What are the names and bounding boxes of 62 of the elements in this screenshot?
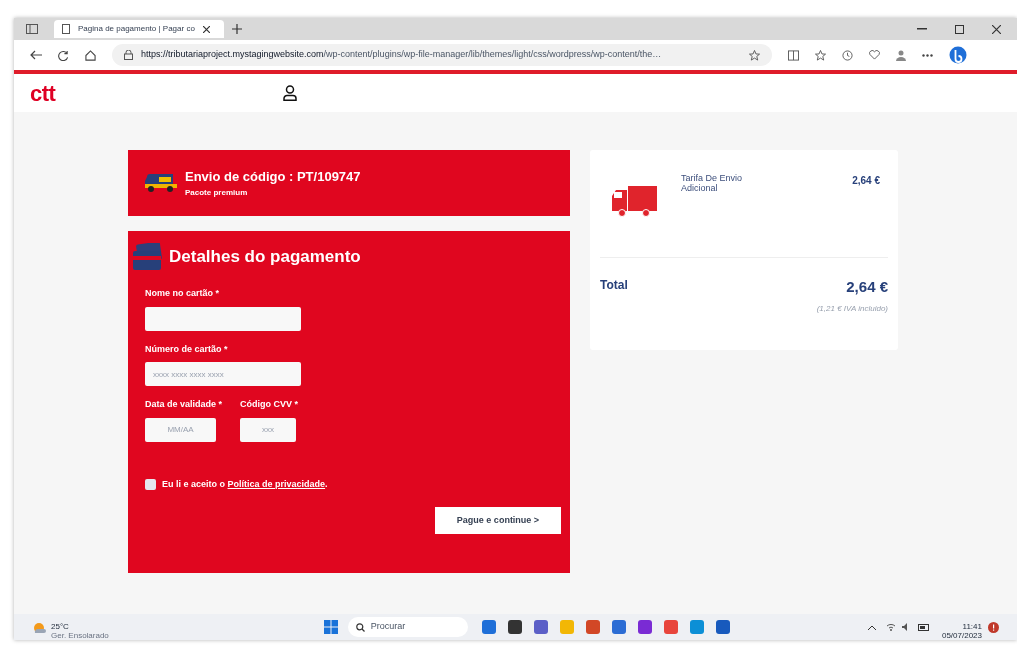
input-field[interactable]: xxx [240, 417, 297, 442]
profile-icon[interactable] [896, 49, 906, 61]
refresh-icon[interactable] [58, 49, 69, 61]
favorites-icon[interactable] [815, 49, 826, 61]
close-window-icon[interactable] [992, 24, 1001, 34]
back-icon[interactable] [30, 50, 42, 60]
input-field[interactable]: xxxx xxxx xxxx xxxx [145, 362, 301, 386]
payment-title: Detalhes do pagamento [169, 246, 361, 269]
history-icon[interactable] [842, 49, 853, 61]
consent-checkbox[interactable] [145, 478, 156, 490]
taskbar-app-icon[interactable] [637, 620, 652, 634]
lock-icon [124, 50, 133, 60]
wifi-icon[interactable] [885, 623, 896, 631]
item-price: 2,64 € [852, 174, 880, 188]
ctt-logo[interactable]: ctt [30, 76, 56, 110]
chat-icon[interactable] [949, 46, 967, 64]
taskbar-app-icon[interactable] [533, 620, 548, 634]
field-label: Data de validade * [145, 398, 223, 411]
heart-icon[interactable] [869, 50, 880, 60]
search-icon [355, 622, 365, 632]
star-icon[interactable] [749, 49, 760, 61]
clock-date: 05/07/2023 [941, 631, 982, 640]
clock-time: 11:41 [962, 622, 982, 631]
sidebar-icon[interactable] [26, 24, 38, 34]
minimize-icon[interactable] [917, 28, 927, 30]
temperature: 25°C [51, 622, 70, 631]
taskbar-app-icon[interactable] [715, 620, 730, 634]
start-icon[interactable] [323, 620, 338, 634]
truck-icon [612, 186, 657, 217]
consent-text: Eu li e aceito o Política de privacidade. [162, 477, 328, 491]
user-icon[interactable] [283, 85, 298, 101]
input-field[interactable] [145, 306, 301, 331]
add-tab-icon[interactable] [232, 24, 242, 34]
weather-text: Ger. Ensolarado [51, 631, 109, 640]
pay-continue-button[interactable]: Pague e continue > [435, 507, 561, 534]
package-type: Pacote premium [185, 186, 249, 199]
tab-title: Pagina de pagamento | Pagar co [78, 23, 195, 35]
field-label: Código CVV * [240, 398, 299, 411]
chevron-up-icon[interactable] [867, 624, 876, 630]
home-icon[interactable] [85, 49, 96, 61]
url-text: https://tributariaproject.mystagingwebsite.com/wp-content/plugins/wp-file-manager/lib/themes/light/css/wordpress/wp-content/the… [141, 48, 662, 62]
delivery-van-icon [145, 173, 177, 193]
split-icon[interactable] [788, 49, 799, 61]
close-icon[interactable] [202, 25, 210, 33]
input-field[interactable]: MM/AA [145, 417, 216, 442]
browser-tab[interactable]: Pagina de pagamento | Pagar co [54, 20, 224, 38]
field-label: Número de cartão * [145, 342, 229, 356]
restore-icon[interactable] [955, 24, 964, 34]
address-bar[interactable]: https://tributariaproject.mystagingwebsite.com/wp-content/plugins/wp-file-manager/lib/themes/light/css/wordpress/wp-content/the… [112, 44, 772, 66]
total-amount: 2,64 € [846, 277, 888, 297]
more-icon[interactable] [922, 53, 933, 57]
tax-note: (1,21 € IVA incluido) [816, 302, 888, 315]
total-label: Total [600, 277, 628, 294]
battery-icon[interactable] [917, 623, 930, 631]
credit-card-icon [133, 243, 163, 271]
shipment-code: Envio de código : PT/109747 [185, 168, 361, 187]
notification-icon[interactable] [988, 621, 999, 633]
page-icon [62, 24, 70, 34]
taskbar-search[interactable]: Procurar [347, 617, 468, 637]
item-name: Tarifa De Envio Adicional [681, 173, 744, 193]
field-label: Nome no cartão * [145, 287, 221, 300]
taskbar-app-icon[interactable] [507, 620, 522, 634]
